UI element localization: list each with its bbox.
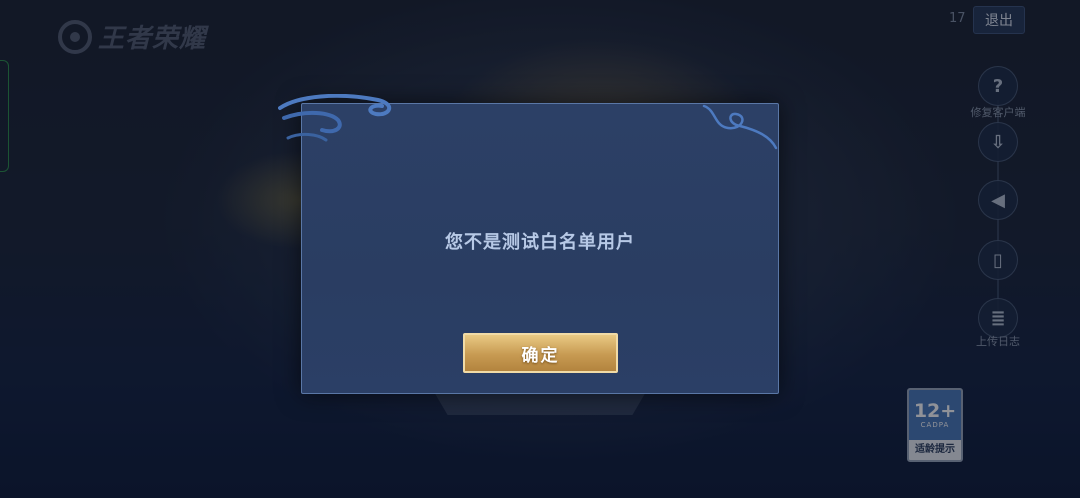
confirm-button[interactable]: 确定: [463, 333, 618, 373]
cloud-swirl-right-icon: [702, 104, 778, 150]
dialog-message: 您不是测试白名单用户: [445, 232, 635, 253]
alert-dialog: 您不是测试白名单用户 确定: [278, 94, 779, 394]
cloud-swirl-left-icon: [278, 94, 391, 142]
